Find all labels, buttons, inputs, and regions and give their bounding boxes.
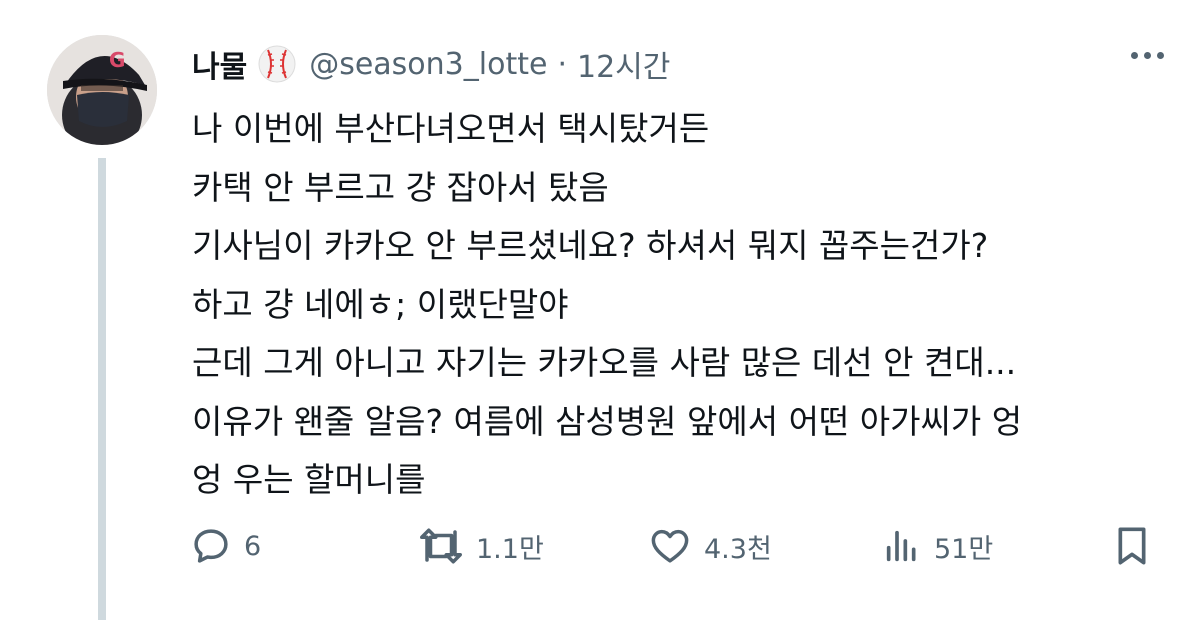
like-button[interactable]: 4.3천 [648, 518, 772, 574]
bookmark-button[interactable] [1112, 518, 1152, 574]
thread-line [98, 158, 106, 620]
baseball-icon [257, 44, 297, 84]
like-count: 4.3천 [704, 533, 772, 565]
tweet-line: 하고 걍 네에ㅎ; 이랬단말야 [192, 284, 569, 324]
author-handle[interactable]: @season3_lotte [309, 47, 547, 82]
avatar[interactable]: G [47, 35, 157, 145]
heart-icon [648, 525, 692, 567]
retweet-count: 1.1만 [476, 533, 544, 565]
svg-text:G: G [109, 48, 125, 72]
tweet-line: 엉 우는 할머니를 [192, 460, 426, 499]
reply-bubble-icon [190, 525, 232, 567]
views-count: 51만 [934, 533, 994, 565]
author-name[interactable]: 나물 [192, 42, 247, 86]
timestamp[interactable]: 12시간 [577, 42, 670, 86]
more-dots-icon[interactable] [1131, 52, 1164, 59]
reply-button[interactable]: 6 [190, 518, 261, 574]
tweet-line: 이유가 왠줄 알음? 여름에 삼성병원 앞에서 어떤 아가씨가 엉 [192, 401, 1023, 441]
bookmark-icon [1112, 524, 1152, 568]
retweet-arrows-icon [418, 525, 464, 567]
tweet-text: 나 이번에 부산다녀오면서 택시탔거든 카택 안 부르고 걍 잡아서 탔음 기사… [192, 100, 1182, 510]
views-button[interactable]: 51만 [882, 518, 993, 574]
tweet-actions: 6 1.1만 4.3천 51만 [190, 518, 1160, 574]
tweet-header: 나물 @season3_lotte · 12시간 [192, 40, 670, 88]
tweet-line: 기사님이 카카오 안 부르셨네요? 하셔서 뭐지 꼽주는건가? [192, 226, 989, 265]
bar-chart-icon [882, 525, 922, 567]
tweet-line: 카택 안 부르고 걍 잡아서 탔음 [192, 167, 609, 207]
tweet-line: 근데 그게 아니고 자기는 카카오를 사람 많은 데선 안 켠대... [192, 343, 1017, 382]
retweet-button[interactable]: 1.1만 [418, 518, 544, 574]
separator-dot: · [557, 46, 567, 82]
reply-count: 6 [244, 530, 262, 562]
tweet-line: 나 이번에 부산다녀오면서 택시탔거든 [192, 109, 710, 148]
